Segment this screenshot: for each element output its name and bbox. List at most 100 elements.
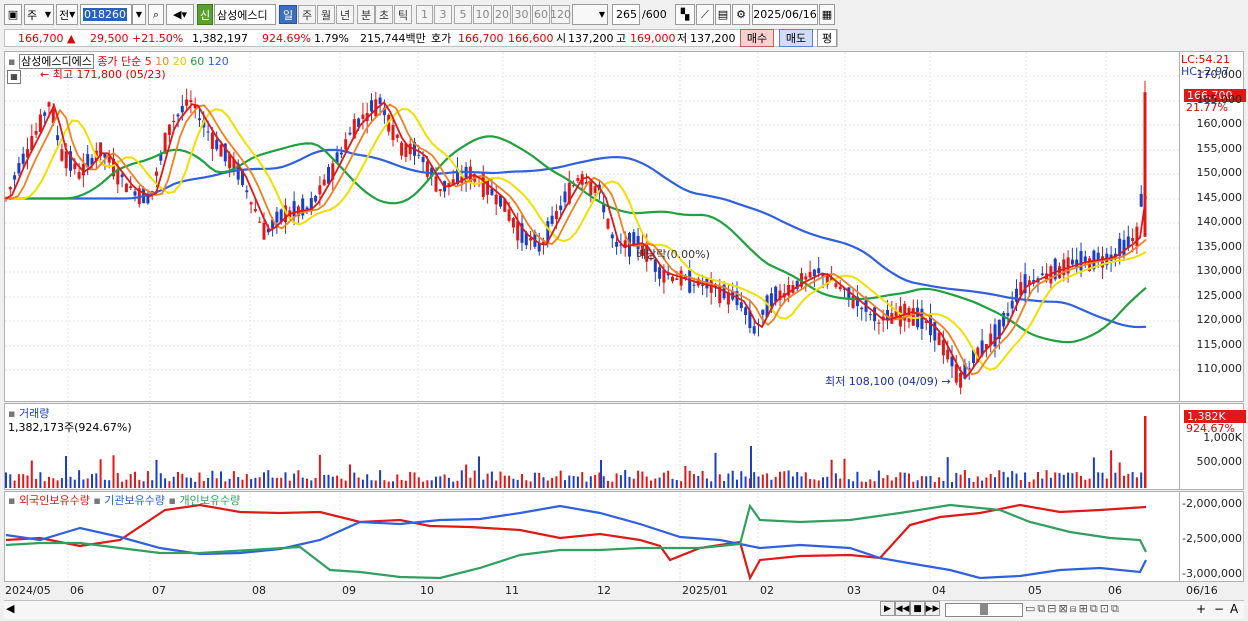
volume-bar [779, 471, 781, 488]
volume-bar [1058, 473, 1061, 488]
volume-bar [869, 479, 872, 488]
x-axis-label: 09 [342, 584, 356, 597]
volume-bar [327, 474, 330, 488]
volume-tick: 1,000K [1203, 431, 1242, 444]
x-axis-label: 07 [152, 584, 166, 597]
volume-bar [955, 472, 958, 488]
candle-body [77, 172, 81, 179]
volume-bar [830, 459, 833, 488]
inst-legend: 기관보유수량 [104, 494, 166, 507]
zoom-out-icon[interactable]: − [1214, 602, 1224, 616]
font-size-icon[interactable]: A [1230, 602, 1238, 616]
candle-body [64, 151, 68, 169]
candle-body [1058, 266, 1061, 279]
candle-body [1040, 273, 1044, 276]
scroll-right-icon[interactable]: ▶ [880, 601, 895, 616]
ma20-label: 20 [172, 55, 187, 68]
x-axis-label: 05 [1028, 584, 1042, 597]
volume-bar [344, 480, 347, 488]
volume-bar [800, 476, 803, 488]
volume-bar [1140, 472, 1143, 488]
candle-body [8, 187, 12, 190]
volume-bar [73, 479, 76, 488]
candle-body [1101, 256, 1104, 268]
candle-body [774, 286, 778, 302]
volume-bar [770, 479, 773, 488]
volume-bar [542, 477, 545, 488]
volume-bar [787, 470, 790, 488]
volume-bar [886, 475, 889, 488]
volume-bar [710, 481, 713, 488]
volume-bar [95, 473, 98, 488]
candle-body [1070, 259, 1074, 265]
volume-bar [172, 476, 175, 488]
volume-bar [1006, 477, 1009, 488]
volume-bar [396, 474, 399, 488]
candle-body [507, 209, 511, 221]
forward-icon[interactable]: ▶▶ [925, 601, 940, 616]
volume-bar [843, 458, 846, 488]
volume-bar [164, 478, 167, 488]
volume-bar [215, 478, 218, 488]
candle-body [834, 283, 838, 288]
zoom-slider[interactable] [945, 603, 1023, 617]
volume-bar [750, 446, 752, 488]
volume-bar [568, 475, 571, 488]
candle-body [559, 205, 563, 211]
volume-bar [641, 471, 644, 488]
volume-bar [181, 473, 184, 488]
volume-bar [783, 471, 786, 488]
candle-body [21, 153, 25, 164]
volume-bar [873, 481, 876, 488]
scroll-left-icon[interactable]: ◀ [6, 602, 14, 615]
volume-bar [1131, 472, 1134, 488]
volume-bar [1067, 472, 1070, 488]
volume-bar [632, 478, 635, 488]
volume-bar [379, 470, 382, 488]
candle-body [47, 102, 51, 107]
candle-body [344, 139, 348, 150]
volume-bar [615, 473, 618, 488]
layout-icons[interactable]: ▭⧉⊟⊠⧈⊞⧉⊡⧉ [1025, 602, 1121, 616]
holding-tick: -3,000,000 [1182, 567, 1242, 580]
zoom-in-icon[interactable]: + [1196, 602, 1206, 616]
volume-bar [202, 480, 205, 488]
volume-bar [232, 471, 235, 488]
candle-body [120, 174, 124, 178]
volume-bar [78, 470, 81, 488]
price-tick: 120,000 [1196, 313, 1243, 326]
candle-body [133, 191, 137, 196]
volume-bar [559, 470, 562, 488]
candle-body [1083, 256, 1087, 262]
stop-icon[interactable]: ■ [910, 601, 925, 616]
volume-bar [374, 480, 377, 488]
volume-bar [331, 476, 334, 488]
rewind-icon[interactable]: ◀◀ [895, 601, 910, 616]
volume-bar [60, 478, 63, 488]
candle-body [395, 134, 399, 138]
volume-bar [413, 472, 416, 488]
volume-bar [1110, 450, 1113, 488]
candle-body [761, 309, 765, 315]
x-axis-label: 04 [932, 584, 946, 597]
volume-bar [430, 480, 433, 488]
candle-body [245, 190, 249, 193]
price-tick: 145,000 [1196, 191, 1243, 204]
candle-body [253, 209, 257, 212]
volume-bar [237, 477, 240, 488]
volume-bar [723, 481, 726, 488]
candle-body [215, 139, 219, 150]
volume-bar [847, 479, 850, 488]
candle-body [1122, 239, 1126, 257]
volume-bar [826, 476, 829, 488]
candle-body [877, 322, 881, 324]
zoom-slider-handle[interactable] [980, 603, 988, 615]
x-axis-label: 2024/05 [5, 584, 51, 597]
volume-bar [56, 480, 59, 488]
candle-body [129, 186, 133, 189]
foreign-holding-line [5, 503, 1147, 581]
candle-body [421, 156, 425, 163]
table-icon[interactable]: ▦ [7, 70, 21, 84]
volume-bar [452, 481, 455, 488]
volume-bar [804, 472, 807, 488]
